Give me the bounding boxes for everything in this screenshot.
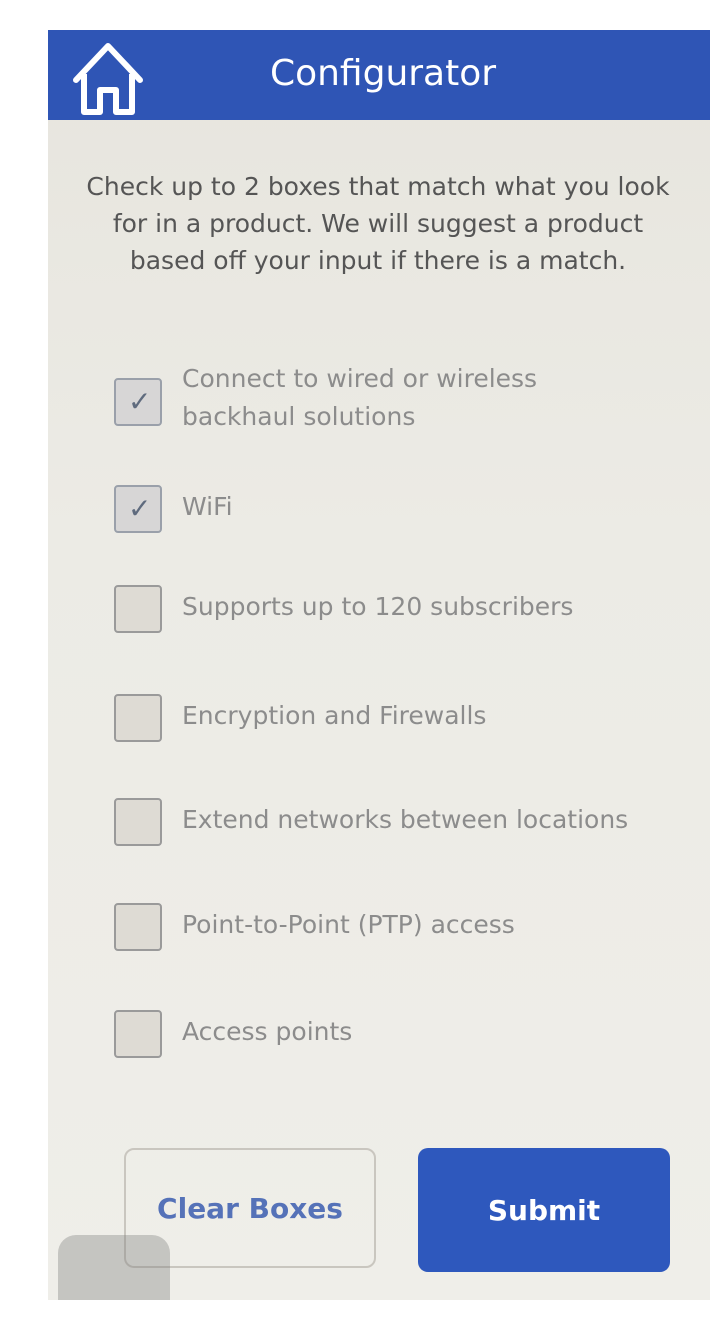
checkmark-icon: ✓ (128, 492, 152, 525)
instructions-text: Check up to 2 boxes that match what you … (86, 172, 670, 275)
option-label: Encryption and Firewalls (182, 701, 487, 730)
option-label: Point-to-Point (PTP) access (182, 910, 515, 939)
checkmark-icon: ✓ (128, 385, 152, 418)
option-extend-networks[interactable]: Extend networks between locations (114, 798, 704, 868)
option-label: Connect to wired or wireless backhaul so… (182, 364, 538, 431)
configurator-screen: Configurator Check up to 2 boxes that ma… (48, 30, 710, 1300)
checkbox-ptp[interactable] (114, 903, 162, 951)
option-backhaul[interactable]: ✓ Connect to wired or wireless backhaul … (114, 360, 704, 431)
checkbox-access-points[interactable] (114, 1010, 162, 1058)
option-label: Access points (182, 1017, 353, 1046)
option-access-points[interactable]: Access points (114, 1010, 704, 1080)
option-wifi[interactable]: ✓ WiFi (114, 485, 704, 555)
option-label: WiFi (182, 492, 233, 521)
option-label: Supports up to 120 subscribers (182, 592, 574, 621)
checkbox-backhaul[interactable]: ✓ (114, 378, 162, 426)
home-icon (73, 43, 143, 115)
home-button[interactable] (68, 36, 148, 116)
submit-button[interactable]: Submit (418, 1148, 670, 1272)
checkbox-extend-networks[interactable] (114, 798, 162, 846)
option-label: Extend networks between locations (182, 805, 629, 834)
finger-shadow (58, 1235, 170, 1300)
page-title: Configurator (269, 53, 497, 94)
option-ptp[interactable]: Point-to-Point (PTP) access (114, 903, 704, 973)
checkbox-encryption[interactable] (114, 694, 162, 742)
checkbox-wifi[interactable]: ✓ (114, 485, 162, 533)
option-subscribers[interactable]: Supports up to 120 subscribers (114, 585, 704, 655)
checkbox-subscribers[interactable] (114, 585, 162, 633)
app-header: Configurator (48, 30, 710, 120)
screenshot-frame: Configurator Check up to 2 boxes that ma… (0, 0, 710, 1329)
option-encryption[interactable]: Encryption and Firewalls (114, 694, 704, 764)
